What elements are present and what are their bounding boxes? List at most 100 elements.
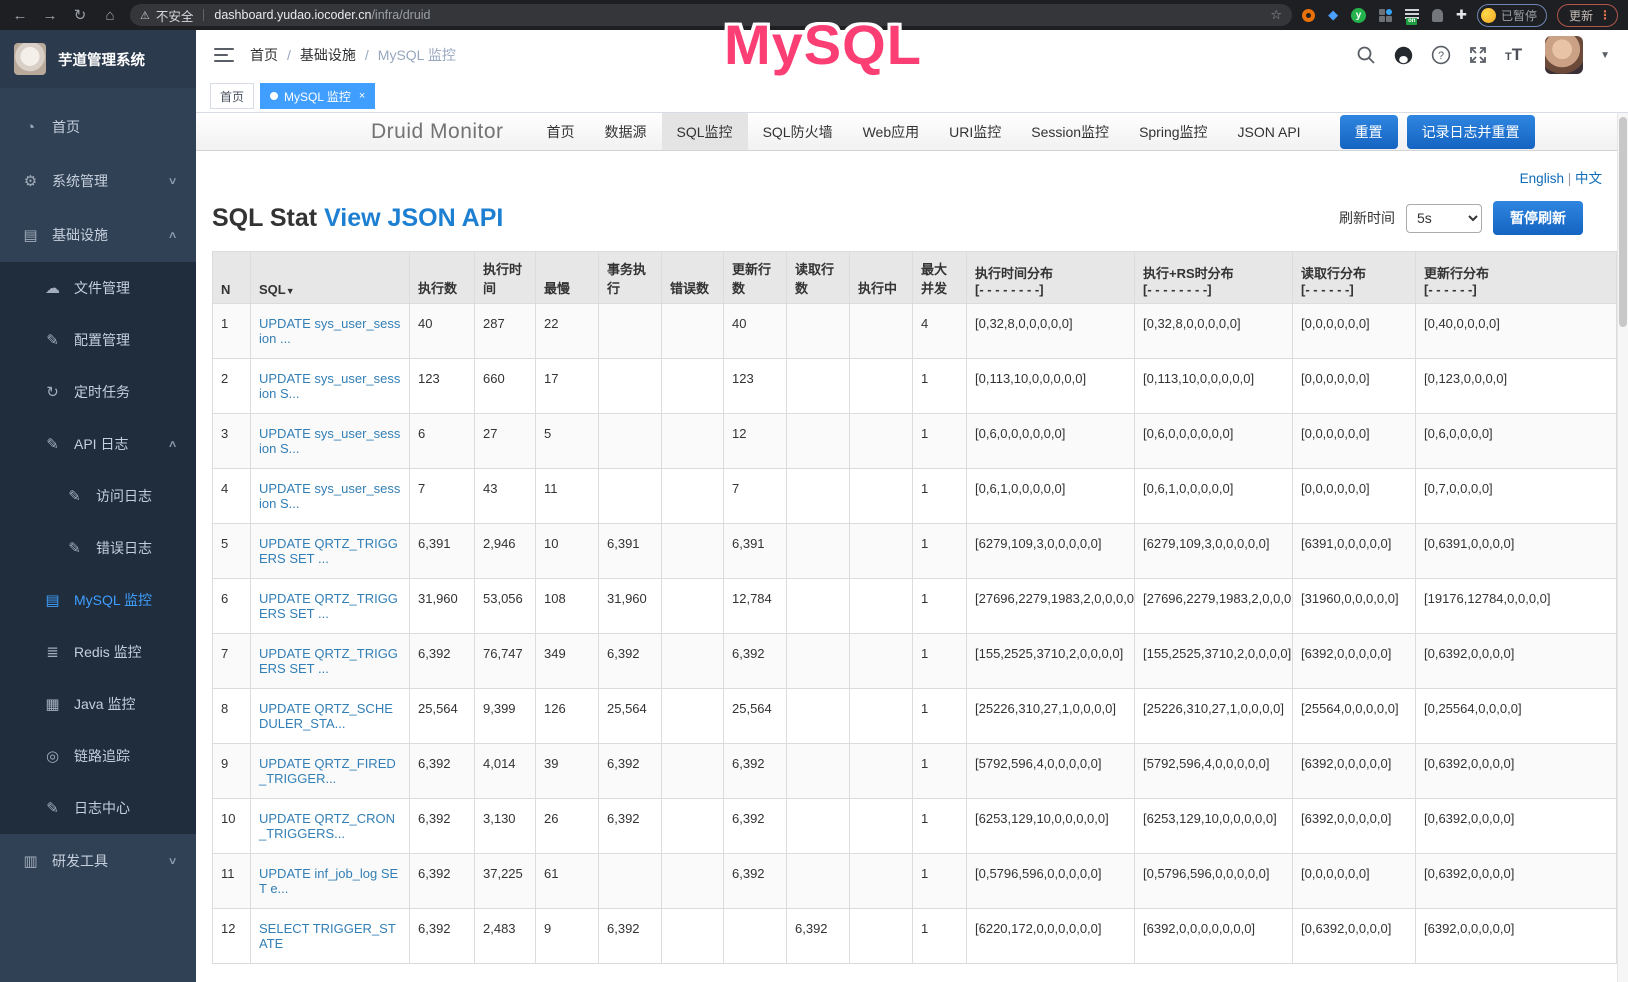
sql-link[interactable]: SELECT TRIGGER_STATE [259, 921, 396, 951]
cell: 6,391 [410, 524, 475, 579]
reset-button[interactable]: 重置 [1340, 115, 1398, 149]
tag-mysql-monitor[interactable]: MySQL 监控 × [260, 83, 375, 109]
reload-icon[interactable]: ↻ [70, 6, 90, 24]
sidebar-item-2[interactable]: ▤基础设施∧ [0, 208, 196, 262]
view-json-api-link[interactable]: View JSON API [324, 204, 503, 232]
sidebar-item-label: 日志中心 [74, 798, 130, 818]
scrollbar-thumb[interactable] [1619, 117, 1627, 327]
sidebar-item-14[interactable]: ▥研发工具∨ [0, 834, 196, 888]
sidebar-item-13[interactable]: ✎日志中心 [0, 782, 196, 834]
sidebar-item-7[interactable]: ✎访问日志 [0, 470, 196, 522]
druid-brand[interactable]: Druid Monitor [371, 120, 504, 144]
cell [662, 909, 724, 964]
table-row-2: 2UPDATE sys_user_session S...12366017123… [213, 359, 1617, 414]
sidebar-item-11[interactable]: ▦Java 监控 [0, 678, 196, 730]
sidebar-item-8[interactable]: ✎错误日志 [0, 522, 196, 574]
extension-grid-icon[interactable] [1379, 9, 1392, 22]
extension-gem-icon[interactable]: ◆ [1328, 7, 1338, 23]
bookmark-star-icon[interactable]: ☆ [1270, 7, 1282, 23]
sql-link[interactable]: UPDATE sys_user_session S... [259, 426, 400, 456]
sidebar-item-3[interactable]: ☁文件管理 [0, 262, 196, 314]
help-icon[interactable]: ? [1431, 45, 1451, 65]
cell: [0,6,0,0,0,0,0,0] [967, 414, 1135, 469]
sidebar-item-0[interactable]: ◔首页 [0, 100, 196, 154]
home-icon[interactable]: ⌂ [100, 7, 120, 24]
hamburger-icon[interactable] [214, 44, 234, 66]
sql-link[interactable]: UPDATE sys_user_session S... [259, 481, 400, 511]
sql-link[interactable]: UPDATE QRTZ_CRON_TRIGGERS... [259, 811, 395, 841]
lang-chinese-link[interactable]: 中文 [1575, 171, 1602, 186]
sql-link[interactable]: UPDATE QRTZ_SCHEDULER_STA... [259, 701, 393, 731]
cell: 6,392 [724, 799, 787, 854]
cell: [27696,2279,1983,2,0,0,0,0] [1135, 579, 1293, 634]
extension-ring-icon[interactable] [1302, 9, 1315, 22]
sidebar-item-1[interactable]: ⚙系统管理∨ [0, 154, 196, 208]
font-size-icon[interactable]: TT [1505, 45, 1522, 65]
cell: [0,40,0,0,0,0] [1416, 304, 1617, 359]
fullscreen-icon[interactable] [1468, 45, 1488, 65]
sidebar-item-5[interactable]: ↻定时任务 [0, 366, 196, 418]
log-and-reset-button[interactable]: 记录日志并重置 [1407, 115, 1535, 149]
druid-nav-item-1[interactable]: 数据源 [590, 113, 662, 150]
druid-nav-item-4[interactable]: Web应用 [848, 113, 935, 150]
tag-home[interactable]: 首页 [210, 83, 254, 109]
emoji-face-icon [1481, 8, 1496, 23]
extensions-puzzle-icon[interactable]: ✚ [1456, 7, 1467, 23]
sql-link[interactable]: UPDATE QRTZ_TRIGGERS SET ... [259, 536, 398, 566]
cell [787, 579, 850, 634]
col-header-1[interactable]: SQL▼ [251, 252, 410, 304]
chevron-down-icon: ∨ [167, 856, 177, 867]
druid-nav-item-2[interactable]: SQL监控 [662, 113, 748, 150]
druid-nav-item-8[interactable]: JSON API [1223, 113, 1316, 150]
cell: 22 [536, 304, 599, 359]
sql-link[interactable]: UPDATE QRTZ_FIRED_TRIGGER... [259, 756, 396, 786]
cell: [27696,2279,1983,2,0,0,0,0] [967, 579, 1135, 634]
refresh-interval-select[interactable]: 5s [1406, 204, 1482, 233]
user-avatar[interactable] [1545, 36, 1583, 74]
extension-list-on-icon[interactable]: on [1405, 9, 1419, 21]
sidebar-item-10[interactable]: ≣Redis 监控 [0, 626, 196, 678]
sidebar-item-9[interactable]: ▤MySQL 监控 [0, 574, 196, 626]
browser-update-button[interactable]: 更新 ⋮ [1557, 4, 1618, 27]
app-logo[interactable]: 芋道管理系统 [0, 30, 196, 88]
tag-close-icon[interactable]: × [359, 90, 365, 102]
back-icon[interactable]: ← [10, 7, 30, 24]
sidebar-item-4[interactable]: ✎配置管理 [0, 314, 196, 366]
sql-link[interactable]: UPDATE sys_user_session S... [259, 371, 400, 401]
sql-link[interactable]: UPDATE sys_user_session ... [259, 316, 400, 346]
sql-link[interactable]: UPDATE inf_job_log SET e... [259, 866, 398, 896]
paused-extension-pill[interactable]: 已暂停 [1477, 4, 1547, 27]
sidebar-item-label: 研发工具 [52, 851, 108, 871]
extension-figure-icon[interactable] [1432, 9, 1443, 22]
druid-nav-item-3[interactable]: SQL防火墙 [748, 113, 848, 150]
sidebar-item-12[interactable]: ◎链路追踪 [0, 730, 196, 782]
url-bar[interactable]: ⚠ 不安全 dashboard.yudao.iocoder.cn/infra/d… [130, 4, 1292, 26]
table-row-7: 7UPDATE QRTZ_TRIGGERS SET ...6,39276,747… [213, 634, 1617, 689]
cell [599, 414, 662, 469]
breadcrumb-item-1[interactable]: 基础设施 [300, 45, 356, 65]
breadcrumb-item-0[interactable]: 首页 [250, 45, 278, 65]
sql-link[interactable]: UPDATE QRTZ_TRIGGERS SET ... [259, 591, 398, 621]
sql-link[interactable]: UPDATE QRTZ_TRIGGERS SET ... [259, 646, 398, 676]
table-row-1: 1UPDATE sys_user_session ...4028722404[0… [213, 304, 1617, 359]
druid-nav-item-5[interactable]: URI监控 [934, 113, 1016, 150]
forward-icon[interactable]: → [40, 7, 60, 24]
cell: UPDATE QRTZ_TRIGGERS SET ... [251, 524, 410, 579]
druid-nav-item-6[interactable]: Session监控 [1016, 113, 1124, 150]
druid-nav-item-7[interactable]: Spring监控 [1124, 113, 1222, 150]
search-icon[interactable] [1356, 45, 1376, 65]
page-scrollbar[interactable] [1617, 113, 1628, 982]
browser-menu-icon[interactable]: ⋮ [1599, 8, 1611, 22]
navbar-actions: ? TT ▼ [1356, 36, 1610, 74]
sidebar-item-6[interactable]: ✎API 日志∧ [0, 418, 196, 470]
cell: 6,392 [410, 854, 475, 909]
extension-y-icon[interactable]: y [1351, 8, 1366, 23]
avatar-caret-icon[interactable]: ▼ [1600, 50, 1610, 61]
lang-english-link[interactable]: English [1520, 171, 1564, 186]
mysql-overlay-text: MySQL [724, 12, 922, 77]
logo-avatar [14, 43, 46, 75]
pause-refresh-button[interactable]: 暂停刷新 [1493, 201, 1583, 235]
druid-nav-item-0[interactable]: 首页 [532, 113, 590, 150]
github-icon[interactable] [1393, 45, 1414, 66]
cell: UPDATE sys_user_session S... [251, 359, 410, 414]
